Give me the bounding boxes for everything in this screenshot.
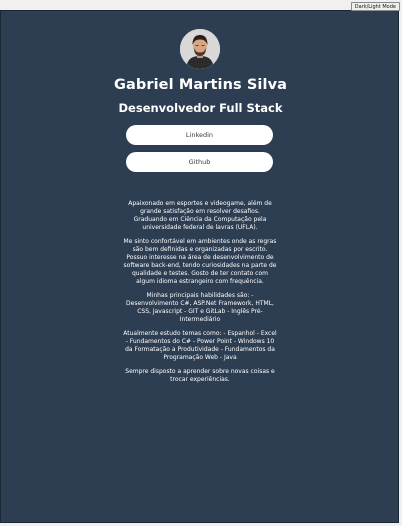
profile-page: Gabriel Martins Silva Desenvolvedor Full…	[0, 10, 399, 523]
bio-section: Apaixonado em esportes e videogame, além…	[123, 200, 277, 390]
bio-paragraph-studies: Atualmente estudo temas como: - Espanhol…	[123, 330, 277, 361]
bio-paragraph-interests: Me sinto confortável em ambientes onde a…	[123, 238, 277, 285]
bio-paragraph-intro: Apaixonado em esportes e videogame, além…	[128, 200, 272, 231]
avatar-photo-icon	[180, 29, 220, 69]
profile-name: Gabriel Martins Silva	[113, 77, 288, 93]
bio-paragraph-skills: Minhas principais habilidades são: - Des…	[126, 292, 274, 323]
theme-toggle-button[interactable]: Dark/Light Mode	[350, 2, 400, 11]
profile-role: Desenvolvedor Full Stack	[118, 101, 283, 115]
github-button[interactable]: Github	[126, 152, 273, 172]
browser-viewport: Dark/Light Mode Gabriel Martins Silva De…	[0, 0, 402, 526]
bio-paragraph-closing: Sempre disposto a aprender sobre novas c…	[125, 368, 275, 383]
avatar	[180, 29, 220, 69]
linkedin-button[interactable]: Linkedin	[126, 125, 273, 145]
